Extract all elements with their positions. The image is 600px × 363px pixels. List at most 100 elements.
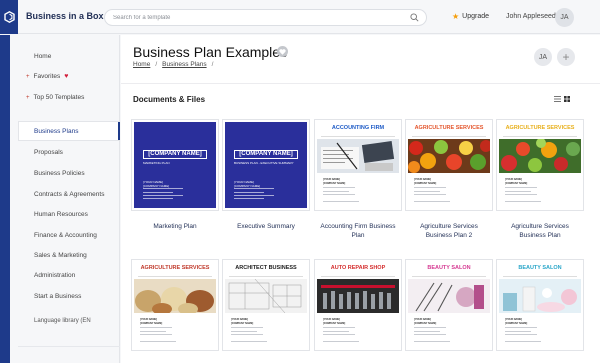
section-title: Documents & Files: [133, 95, 206, 104]
cover-heading: BEAUTY SALON: [427, 265, 471, 271]
breadcrumb-business-plans[interactable]: Business Plans: [162, 61, 206, 68]
template-card[interactable]: AGRICULTURE SERVICES [YOUR NAME] [COMPANY …: [405, 119, 493, 211]
cover-text-line: [505, 201, 541, 202]
template-cover: ARCHITECT BUSINESS [YOUR NAME] [COMPANY NA…: [225, 262, 307, 348]
template-card[interactable]: [COMPANY NAME] BUSINESS PLAN - EXECUTIVE …: [222, 119, 310, 211]
sidebar-item-favorites[interactable]: + Favorites ♥: [26, 73, 68, 80]
cover-your-name: [YOUR NAME]: [323, 178, 340, 181]
heart-icon: ♥: [64, 73, 69, 80]
cover-text-line: [140, 331, 166, 332]
cover-your-name: [YOUR NAME]: [505, 318, 522, 321]
sidebar-accent-bar: [0, 35, 10, 363]
add-button[interactable]: +: [557, 48, 575, 66]
template-cover: ACCOUNTING FIRM [YOUR NAME] [COMPANY NAME]: [317, 122, 399, 208]
cover-text-line: [231, 331, 257, 332]
language-library[interactable]: Language library (EN: [34, 318, 91, 324]
template-card[interactable]: AUTO REPAIR SHOP [YOUR NAME] [COMPANY NAME…: [314, 259, 402, 351]
cover-text-line: [414, 194, 446, 195]
template-caption[interactable]: Agriculture Services Business Plan: [490, 222, 590, 240]
template-card[interactable]: BEAUTY SALON [YOUR NAME] [COMPANY NAME]: [496, 259, 584, 351]
template-card[interactable]: ARCHITECT BUSINESS [YOUR NAME] [COMPANY NA…: [222, 259, 310, 351]
favorite-heart-icon[interactable]: [277, 46, 288, 57]
sidebar-item-home[interactable]: Home: [34, 53, 51, 60]
cover-photo: [408, 139, 490, 173]
sidebar-item-top-templates[interactable]: + Top 50 Templates: [26, 94, 84, 101]
main-content: Business Plan Examples Home / Business Pla…: [121, 35, 600, 363]
cover-divider: [503, 276, 577, 277]
cover-divider: [321, 276, 395, 277]
upgrade-link[interactable]: ★ Upgrade: [452, 12, 490, 21]
search-bar[interactable]: [104, 9, 427, 26]
sidebar-item-administration[interactable]: Administration: [34, 272, 75, 279]
collaborator-avatar[interactable]: JA: [534, 48, 552, 66]
template-card[interactable]: AGRICULTURE SERVICES [YOUR NAME] [COMPANY …: [496, 119, 584, 211]
cover-text-line: [234, 188, 274, 189]
template-card[interactable]: [COMPANY NAME] MARKETING PLAN [YOUR NAME][…: [131, 119, 219, 211]
cover-company: [COMPANY NAME]: [505, 322, 528, 325]
template-cover: AGRICULTURE SERVICES [YOUR NAME] [COMPANY …: [499, 122, 581, 208]
cover-text-line: [143, 198, 173, 199]
cover-plan-type: MARKETING PLAN: [143, 161, 170, 165]
cover-your-name: [YOUR NAME]: [414, 178, 431, 181]
sidebar-item-sales[interactable]: Sales & Marketing: [34, 252, 87, 259]
caption-line: Agriculture Services: [511, 223, 569, 230]
template-card[interactable]: AGRICULTURE SERVICES [YOUR NAME] [COMPANY …: [131, 259, 219, 351]
list-view-icon[interactable]: [554, 96, 561, 104]
template-caption[interactable]: Executive Summary: [216, 222, 316, 231]
cover-text-line: [323, 341, 359, 342]
caption-line: Plan: [351, 232, 365, 239]
caption-line: Accounting Firm Business: [320, 223, 396, 230]
cover-text-line: [414, 334, 446, 335]
cover-text-line: [414, 187, 446, 188]
breadcrumb-home[interactable]: Home: [133, 61, 150, 68]
search-icon[interactable]: [410, 13, 419, 24]
upgrade-label: Upgrade: [462, 13, 490, 20]
template-cover: BEAUTY SALON [YOUR NAME] [COMPANY NAME]: [408, 262, 490, 348]
cover-text-line: [143, 188, 183, 189]
cover-text-line: [414, 327, 446, 328]
cover-company: [COMPANY NAME]: [140, 322, 163, 325]
template-card[interactable]: ACCOUNTING FIRM [YOUR NAME] [COMPANY NAME]: [314, 119, 402, 211]
template-caption[interactable]: Agriculture Services Business Plan 2: [399, 222, 499, 240]
cover-photo: [134, 279, 216, 313]
cover-your-name: [YOUR NAME]: [231, 318, 248, 321]
plus-icon: +: [26, 95, 30, 101]
search-input[interactable]: [113, 13, 403, 23]
sidebar-item-proposals[interactable]: Proposals: [34, 149, 63, 156]
sidebar-item-contracts[interactable]: Contracts & Agreements: [34, 191, 104, 198]
template-caption[interactable]: Marketing Plan: [125, 222, 225, 231]
caption-line: Marketing Plan: [153, 223, 197, 230]
avatar[interactable]: JA: [555, 8, 574, 27]
cover-text-line: [140, 334, 172, 335]
brand-name[interactable]: Business in a Box: [26, 11, 104, 21]
cover-photo: [317, 279, 399, 313]
cover-text-line: [323, 201, 359, 202]
cover-text-line: [140, 327, 172, 328]
logo-icon[interactable]: [0, 0, 18, 34]
cover-company-name: [COMPANY NAME]: [143, 150, 207, 159]
cover-text-line: [323, 191, 349, 192]
sidebar-item-business-policies[interactable]: Business Policies: [34, 170, 85, 177]
template-cover: BEAUTY SALON [YOUR NAME] [COMPANY NAME]: [499, 262, 581, 348]
cover-text-line: [143, 192, 173, 193]
template-caption[interactable]: Accounting Firm Business Plan: [308, 222, 408, 240]
cover-text-line: [231, 334, 263, 335]
cover-text-line: [323, 194, 355, 195]
star-icon: ★: [452, 12, 460, 21]
cover-text-line: [231, 341, 267, 342]
sidebar-item-finance[interactable]: Finance & Accounting: [34, 232, 97, 239]
template-card[interactable]: BEAUTY SALON [YOUR NAME] [COMPANY NAME]: [405, 259, 493, 351]
template-cover: AGRICULTURE SERVICES [YOUR NAME] [COMPANY …: [134, 262, 216, 348]
sidebar-item-human-resources[interactable]: Human Resources: [34, 211, 88, 218]
sidebar-item-business-plans[interactable]: Business Plans: [18, 121, 120, 141]
cover-text-line: [505, 341, 541, 342]
template-cover: [COMPANY NAME] BUSINESS PLAN - EXECUTIVE …: [225, 122, 307, 208]
user-name[interactable]: John Appleseed: [506, 13, 556, 20]
sidebar-item-start-business[interactable]: Start a Business: [34, 293, 81, 300]
cover-text-line: [323, 187, 355, 188]
cover-text-line: [414, 201, 450, 202]
grid-view-icon[interactable]: [564, 96, 570, 104]
cover-text-line: [234, 192, 264, 193]
cover-your-name: [YOUR NAME]: [505, 178, 522, 181]
cover-divider: [503, 136, 577, 137]
